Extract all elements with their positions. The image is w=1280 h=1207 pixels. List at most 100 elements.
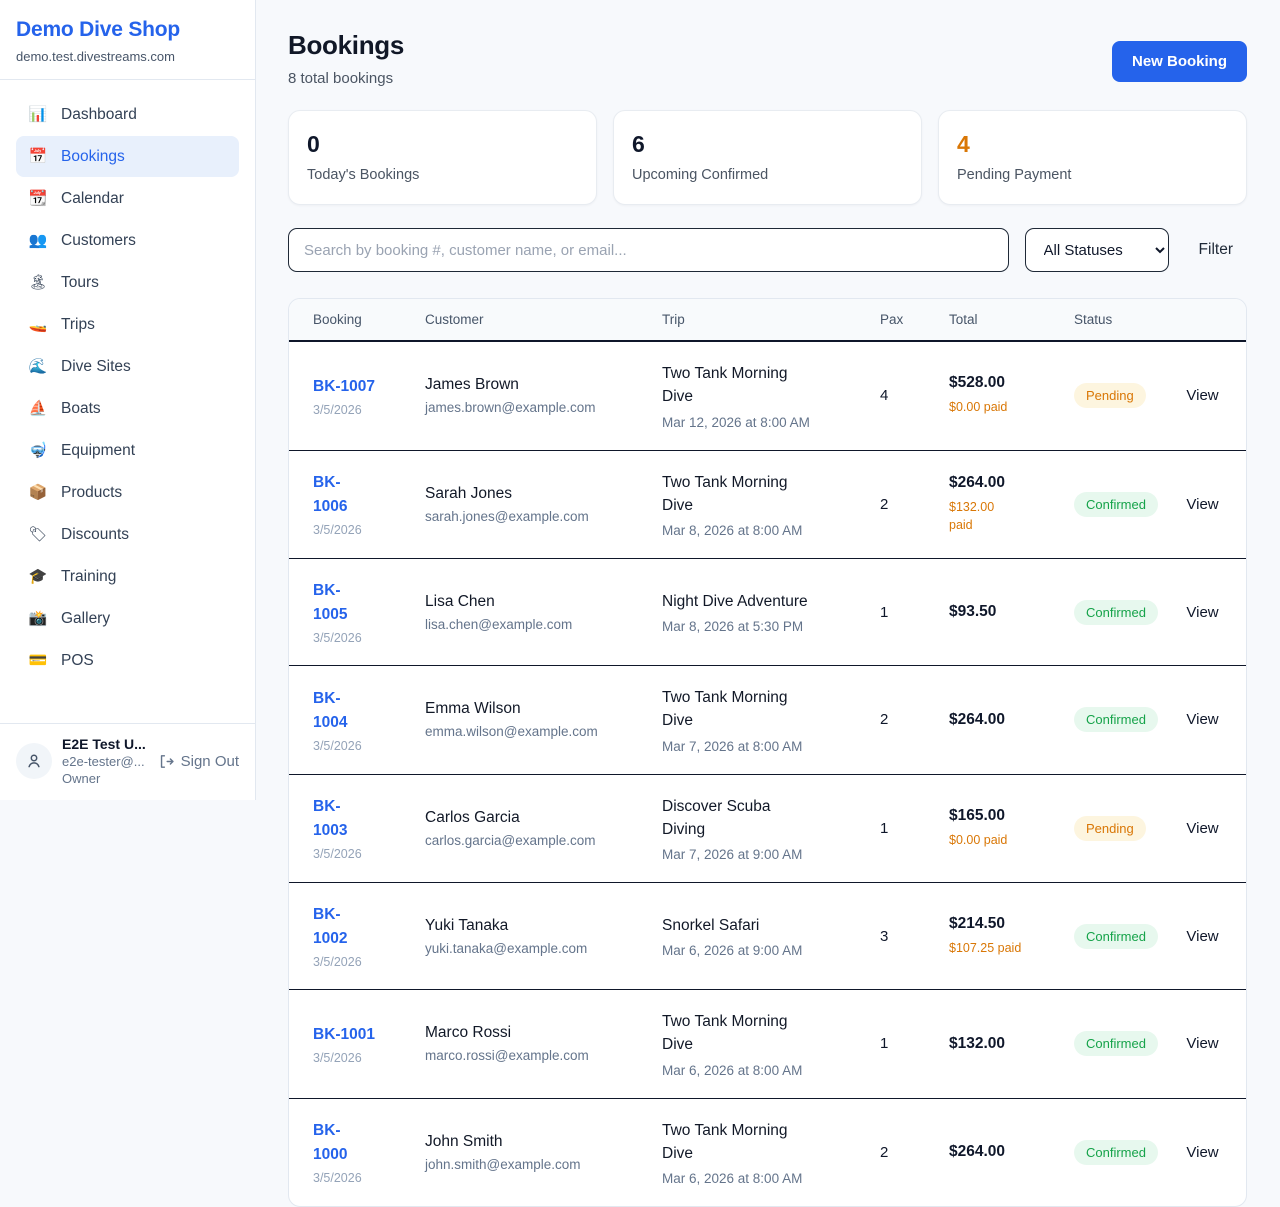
sidebar-item-training[interactable]: 🎓Training (16, 556, 239, 597)
view-link[interactable]: View (1171, 496, 1234, 513)
user-email: e2e-tester@... (62, 754, 148, 769)
status-badge: Confirmed (1074, 707, 1158, 732)
trip-cell: Two Tank Morning DiveMar 7, 2026 at 8:00… (650, 666, 868, 775)
view-link[interactable]: View (1171, 387, 1234, 404)
sidebar-item-trips[interactable]: 🚤Trips (16, 304, 239, 345)
total-amount: $528.00 (949, 374, 1050, 392)
equipment-icon: 🤿 (28, 440, 48, 461)
booking-row: BK-10073/5/2026James Brownjames.brown@ex… (289, 341, 1246, 450)
sidebar-item-label: Customers (61, 230, 136, 251)
user-info: E2E Test U... e2e-tester@... Owner (62, 736, 148, 786)
sidebar-item-dashboard[interactable]: 📊Dashboard (16, 94, 239, 135)
view-link[interactable]: View (1171, 604, 1234, 621)
user-role: Owner (62, 771, 148, 786)
status-badge: Pending (1074, 816, 1146, 841)
stat-value: 0 (307, 131, 578, 158)
customer-cell: John Smithjohn.smith@example.com (413, 1098, 650, 1206)
total-amount: $165.00 (949, 807, 1050, 825)
pos-icon: 💳 (28, 650, 48, 671)
column-header (1159, 299, 1246, 341)
customer-name: Yuki Tanaka (425, 917, 638, 935)
booking-cell: BK- 10033/5/2026 (289, 774, 413, 883)
pax-cell: 1 (868, 559, 937, 666)
sidebar-item-calendar[interactable]: 📆Calendar (16, 178, 239, 219)
page-header: Bookings 8 total bookings New Booking (288, 30, 1247, 87)
trip-cell: Discover Scuba DivingMar 7, 2026 at 9:00… (650, 774, 868, 883)
sidebar-item-label: Discounts (61, 524, 129, 545)
bookings-table: BookingCustomerTripPaxTotalStatus BK-100… (289, 299, 1246, 1206)
status-badge: Confirmed (1074, 1140, 1158, 1165)
booking-id-link[interactable]: BK- 1000 (313, 1119, 401, 1167)
pax-cell: 2 (868, 450, 937, 559)
booking-cell: BK- 10003/5/2026 (289, 1098, 413, 1206)
total-amount: $93.50 (949, 603, 1050, 621)
customer-name: James Brown (425, 376, 638, 394)
view-link[interactable]: View (1171, 820, 1234, 837)
customer-name: Sarah Jones (425, 485, 638, 503)
booking-cell: BK-10073/5/2026 (289, 341, 413, 450)
pax-value: 1 (880, 820, 925, 837)
booking-row: BK- 10043/5/2026Emma Wilsonemma.wilson@e… (289, 666, 1246, 775)
sidebar-item-equipment[interactable]: 🤿Equipment (16, 430, 239, 471)
sidebar-item-customers[interactable]: 👥Customers (16, 220, 239, 261)
status-badge: Confirmed (1074, 924, 1158, 949)
booking-id-link[interactable]: BK-1001 (313, 1023, 401, 1047)
booking-id-link[interactable]: BK- 1003 (313, 795, 401, 843)
sign-out-button[interactable]: Sign Out (158, 753, 239, 770)
view-link[interactable]: View (1171, 1035, 1234, 1052)
status-badge: Confirmed (1074, 1031, 1158, 1056)
sidebar-item-discounts[interactable]: 🏷Discounts (16, 514, 239, 555)
view-link[interactable]: View (1171, 711, 1234, 728)
sidebar-item-dive-sites[interactable]: 🌊Dive Sites (16, 346, 239, 387)
booking-id-link[interactable]: BK- 1005 (313, 579, 401, 627)
pax-value: 1 (880, 604, 925, 621)
total-cell: $264.00 (937, 666, 1062, 775)
sidebar-item-tours[interactable]: 🏝Tours (16, 262, 239, 303)
total-cell: $528.00$0.00 paid (937, 341, 1062, 450)
main-content: Bookings 8 total bookings New Booking 0 T… (256, 0, 1280, 1207)
customer-cell: Marco Rossimarco.rossi@example.com (413, 990, 650, 1099)
filter-button[interactable]: Filter (1185, 228, 1247, 272)
sidebar-item-gallery[interactable]: 📸Gallery (16, 598, 239, 639)
booking-id-link[interactable]: BK- 1004 (313, 687, 401, 735)
sidebar-item-products[interactable]: 📦Products (16, 472, 239, 513)
shop-domain: demo.test.divestreams.com (16, 49, 239, 64)
booking-id-link[interactable]: BK-1007 (313, 375, 401, 399)
customer-email: john.smith@example.com (425, 1157, 638, 1172)
bookings-table-card: BookingCustomerTripPaxTotalStatus BK-100… (288, 298, 1247, 1207)
booking-cell: BK- 10023/5/2026 (289, 883, 413, 990)
view-link[interactable]: View (1171, 928, 1234, 945)
booking-id-link[interactable]: BK- 1006 (313, 471, 401, 519)
action-cell: View (1159, 341, 1246, 450)
sidebar-item-pos[interactable]: 💳POS (16, 640, 239, 681)
view-link[interactable]: View (1171, 1144, 1234, 1161)
customer-email: emma.wilson@example.com (425, 724, 638, 739)
products-icon: 📦 (28, 482, 48, 503)
total-amount: $132.00 (949, 1035, 1050, 1053)
bookings-icon: 📅 (28, 146, 48, 167)
total-cell: $93.50 (937, 559, 1062, 666)
dive-sites-icon: 🌊 (28, 356, 48, 377)
trip-name: Two Tank Morning Dive (662, 1010, 856, 1057)
sidebar-item-label: Tours (61, 272, 99, 293)
total-cell: $264.00 (937, 1098, 1062, 1206)
booking-id-link[interactable]: BK- 1002 (313, 903, 401, 951)
customer-email: sarah.jones@example.com (425, 509, 638, 524)
customer-email: lisa.chen@example.com (425, 617, 638, 632)
booking-cell: BK- 10043/5/2026 (289, 666, 413, 775)
sidebar-item-boats[interactable]: ⛵Boats (16, 388, 239, 429)
trip-datetime: Mar 6, 2026 at 8:00 AM (662, 1171, 856, 1186)
search-input[interactable] (288, 228, 1009, 272)
status-cell: Confirmed (1062, 1098, 1159, 1206)
booking-date: 3/5/2026 (313, 631, 401, 645)
trip-cell: Two Tank Morning DiveMar 6, 2026 at 8:00… (650, 990, 868, 1099)
trip-datetime: Mar 12, 2026 at 8:00 AM (662, 415, 856, 430)
status-badge: Confirmed (1074, 492, 1158, 517)
new-booking-button[interactable]: New Booking (1112, 41, 1247, 82)
status-filter-select[interactable]: All Statuses (1025, 228, 1169, 272)
sidebar-item-label: Dashboard (61, 104, 137, 125)
trip-datetime: Mar 8, 2026 at 5:30 PM (662, 619, 856, 634)
total-cell: $132.00 (937, 990, 1062, 1099)
customer-name: Marco Rossi (425, 1024, 638, 1042)
sidebar-item-bookings[interactable]: 📅Bookings (16, 136, 239, 177)
